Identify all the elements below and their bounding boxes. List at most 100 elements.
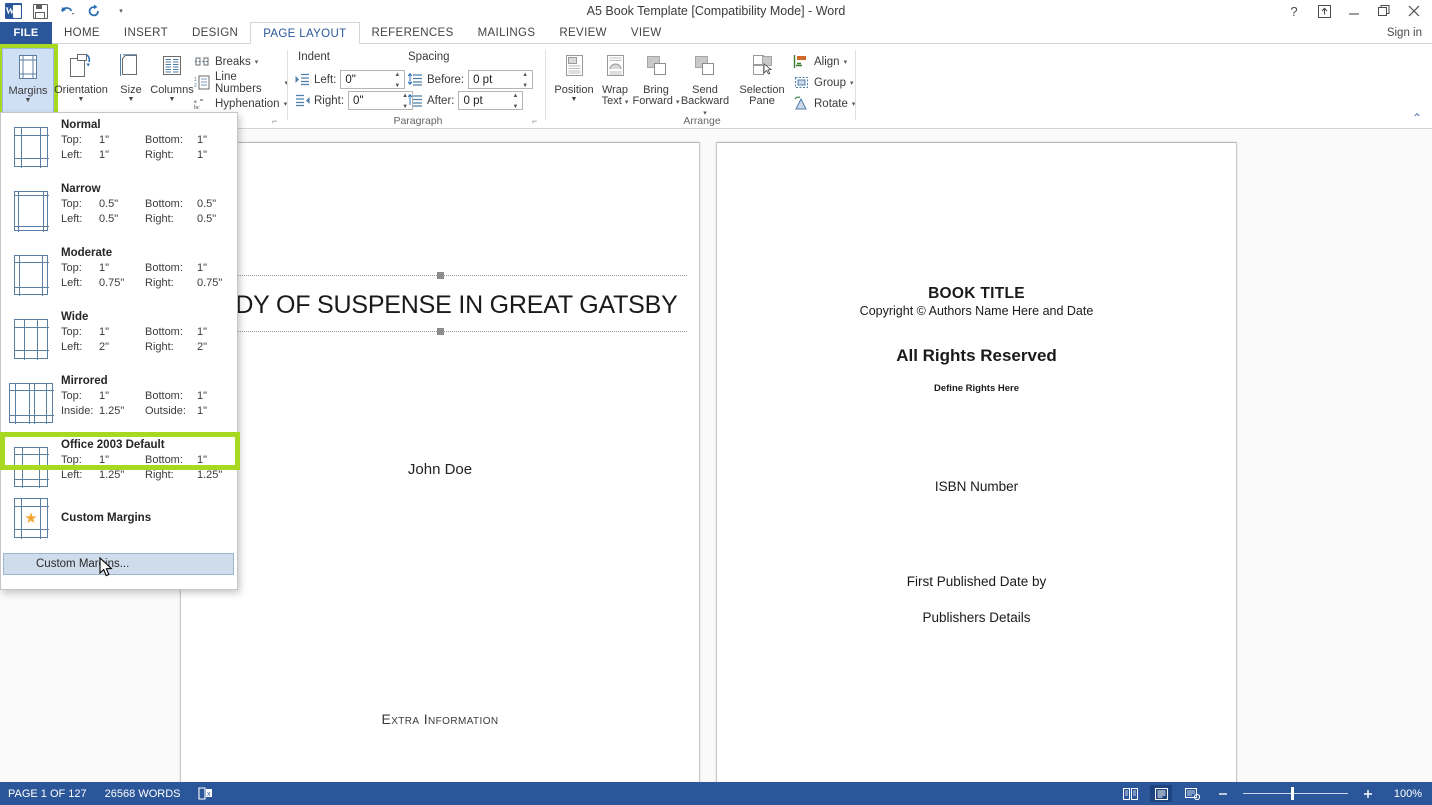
- indent-right-value[interactable]: [349, 92, 398, 109]
- rotate-button[interactable]: Rotate ▾: [791, 93, 855, 114]
- margins-preset-normal[interactable]: Normal Top: 1" Bottom: 1" Left: 1" Right…: [1, 115, 237, 179]
- spacing-before-value[interactable]: [469, 71, 518, 88]
- bring-forward-icon: [642, 52, 670, 82]
- columns-dropdown-caret-icon[interactable]: ▼: [169, 96, 176, 103]
- print-layout-icon[interactable]: [1150, 785, 1172, 802]
- indent-left-spinner[interactable]: ▲ ▼: [391, 72, 403, 89]
- help-icon[interactable]: ?: [1280, 1, 1308, 21]
- custom-margins-menu-item[interactable]: Custom Margins...: [3, 553, 234, 575]
- web-layout-icon[interactable]: [1181, 785, 1203, 802]
- preset-top-label: Top:: [61, 390, 82, 402]
- document-page-right[interactable]: BOOK TITLE Copyright © Authors Name Here…: [716, 142, 1237, 787]
- group-button[interactable]: Group ▾: [791, 72, 853, 93]
- tab-insert[interactable]: INSERT: [112, 22, 180, 44]
- hyphenation-button[interactable]: a bc Hyphenation ▾: [192, 93, 287, 114]
- tab-file[interactable]: FILE: [0, 22, 52, 44]
- size-dropdown-caret-icon[interactable]: ▼: [128, 96, 135, 103]
- columns-button[interactable]: Columns ▼: [146, 48, 198, 120]
- paragraph-dialog-launcher[interactable]: ⌐: [532, 116, 542, 126]
- selection-pane-icon: [748, 52, 776, 82]
- spacing-after-field-row: After: ▲▼: [408, 91, 524, 110]
- zoom-in-icon[interactable]: [1357, 785, 1379, 802]
- restore-icon[interactable]: [1370, 1, 1398, 21]
- position-caret-icon[interactable]: ▼: [571, 96, 578, 103]
- margins-preset-wide[interactable]: Wide Top: 1" Bottom: 1" Left: 2" Right: …: [1, 307, 237, 371]
- page-indicator[interactable]: PAGE 1 OF 127: [8, 788, 87, 800]
- mouse-cursor-icon: [99, 557, 115, 579]
- sign-in-link[interactable]: Sign in: [1387, 22, 1422, 44]
- tab-mailings[interactable]: MAILINGS: [466, 22, 548, 44]
- document-author-text[interactable]: John Doe: [181, 461, 699, 478]
- margins-preset-mirrored[interactable]: Mirrored Top: 1" Bottom: 1" Inside: 1.25…: [1, 371, 237, 435]
- indent-left-input[interactable]: ▲▼: [340, 70, 406, 89]
- wrap-text-caret-icon[interactable]: ▾: [625, 99, 629, 106]
- spacing-after-input[interactable]: ▲▼: [458, 91, 524, 110]
- breaks-icon: [194, 54, 211, 70]
- indent-right-label: Right:: [314, 94, 345, 107]
- spacing-before-input[interactable]: ▲▼: [468, 70, 534, 89]
- send-backward-button[interactable]: Send Backward ▾: [679, 48, 731, 120]
- document-extra-information-text[interactable]: Extra Information: [181, 711, 699, 727]
- first-published-text[interactable]: First Published Date by: [717, 574, 1236, 589]
- margins-button[interactable]: Margins ▼: [0, 44, 58, 124]
- spacing-after-value[interactable]: [459, 92, 508, 109]
- isbn-number-text[interactable]: ISBN Number: [717, 479, 1236, 494]
- selection-handle-top[interactable]: [436, 272, 444, 279]
- group-divider: [287, 50, 288, 120]
- tab-view[interactable]: VIEW: [619, 22, 674, 44]
- zoom-slider[interactable]: [1243, 785, 1348, 802]
- tab-references[interactable]: REFERENCES: [360, 22, 466, 44]
- breaks-caret-icon[interactable]: ▾: [255, 58, 259, 66]
- collapse-ribbon-icon[interactable]: ⌃: [1412, 111, 1422, 125]
- define-rights-text[interactable]: Define Rights Here: [717, 383, 1236, 394]
- breaks-button[interactable]: Breaks ▾: [192, 51, 258, 72]
- tab-page-layout[interactable]: PAGE LAYOUT: [250, 22, 360, 44]
- zoom-out-icon[interactable]: [1212, 785, 1234, 802]
- read-mode-icon[interactable]: [1119, 785, 1141, 802]
- book-title-text[interactable]: BOOK TITLE: [717, 285, 1236, 303]
- tab-review[interactable]: REVIEW: [547, 22, 618, 44]
- zoom-level[interactable]: 100%: [1388, 788, 1422, 800]
- bring-forward-button[interactable]: Bring Forward ▾: [630, 48, 682, 120]
- selection-pane-button[interactable]: Selection Pane: [736, 48, 788, 120]
- copyright-text[interactable]: Copyright © Authors Name Here and Date: [717, 304, 1236, 318]
- preset-left-value: 2": [99, 341, 110, 353]
- orientation-dropdown-caret-icon[interactable]: ▼: [78, 96, 85, 103]
- proofing-errors-icon[interactable]: x: [198, 787, 213, 800]
- tab-design[interactable]: DESIGN: [180, 22, 250, 44]
- margins-preset-office-2003-default[interactable]: Office 2003 Default Top: 1" Bottom: 1" L…: [1, 435, 237, 499]
- arrange-group-label: Arrange: [683, 115, 721, 127]
- publishers-details-text[interactable]: Publishers Details: [717, 610, 1236, 625]
- margins-dropdown-caret-icon[interactable]: ▼: [25, 97, 32, 104]
- all-rights-reserved-text[interactable]: All Rights Reserved: [717, 346, 1236, 366]
- custom-margins-header[interactable]: ★ Custom Margins: [1, 491, 237, 545]
- indent-right-input[interactable]: ▲▼: [348, 91, 414, 110]
- margins-preset-narrow[interactable]: Narrow Top: 0.5" Bottom: 0.5" Left: 0.5"…: [1, 179, 237, 243]
- title-bar: ▾ A5 Book Template [Compatibility Mode] …: [0, 0, 1432, 22]
- margins-dropdown-menu[interactable]: Normal Top: 1" Bottom: 1" Left: 1" Right…: [0, 112, 238, 590]
- align-button[interactable]: Align ▾: [791, 51, 847, 72]
- preset-name: Office 2003 Default: [61, 439, 165, 451]
- spacing-before-spinner[interactable]: ▲ ▼: [519, 72, 531, 89]
- indent-right-icon: [295, 94, 310, 107]
- page-setup-dialog-launcher[interactable]: ⌐: [272, 116, 282, 126]
- spacing-after-spinner[interactable]: ▲ ▼: [509, 93, 521, 110]
- tab-home[interactable]: HOME: [52, 22, 112, 44]
- align-caret-icon[interactable]: ▾: [844, 58, 848, 66]
- document-page-left[interactable]: TUDY OF SUSPENSE IN GREAT GATSBY John Do…: [180, 142, 700, 787]
- close-icon[interactable]: [1400, 1, 1428, 21]
- orientation-button[interactable]: Orientation ▼: [54, 48, 108, 120]
- document-title-text[interactable]: TUDY OF SUSPENSE IN GREAT GATSBY: [181, 291, 699, 320]
- word-count[interactable]: 26568 WORDS: [105, 788, 181, 800]
- indent-left-value[interactable]: [341, 71, 390, 88]
- minimize-icon[interactable]: [1340, 1, 1368, 21]
- selection-handle-bottom[interactable]: [436, 328, 444, 335]
- ribbon-display-options-icon[interactable]: [1310, 1, 1338, 21]
- size-label: Size: [120, 84, 142, 96]
- zoom-slider-handle[interactable]: [1291, 787, 1294, 800]
- group-caret-icon[interactable]: ▾: [850, 79, 854, 87]
- margins-preset-moderate[interactable]: Moderate Top: 1" Bottom: 1" Left: 0.75" …: [1, 243, 237, 307]
- preset-right-value: 1.25": [197, 469, 223, 481]
- line-numbers-button[interactable]: 12 Line Numbers ▾: [192, 71, 288, 95]
- preset-top-label: Top:: [61, 262, 82, 274]
